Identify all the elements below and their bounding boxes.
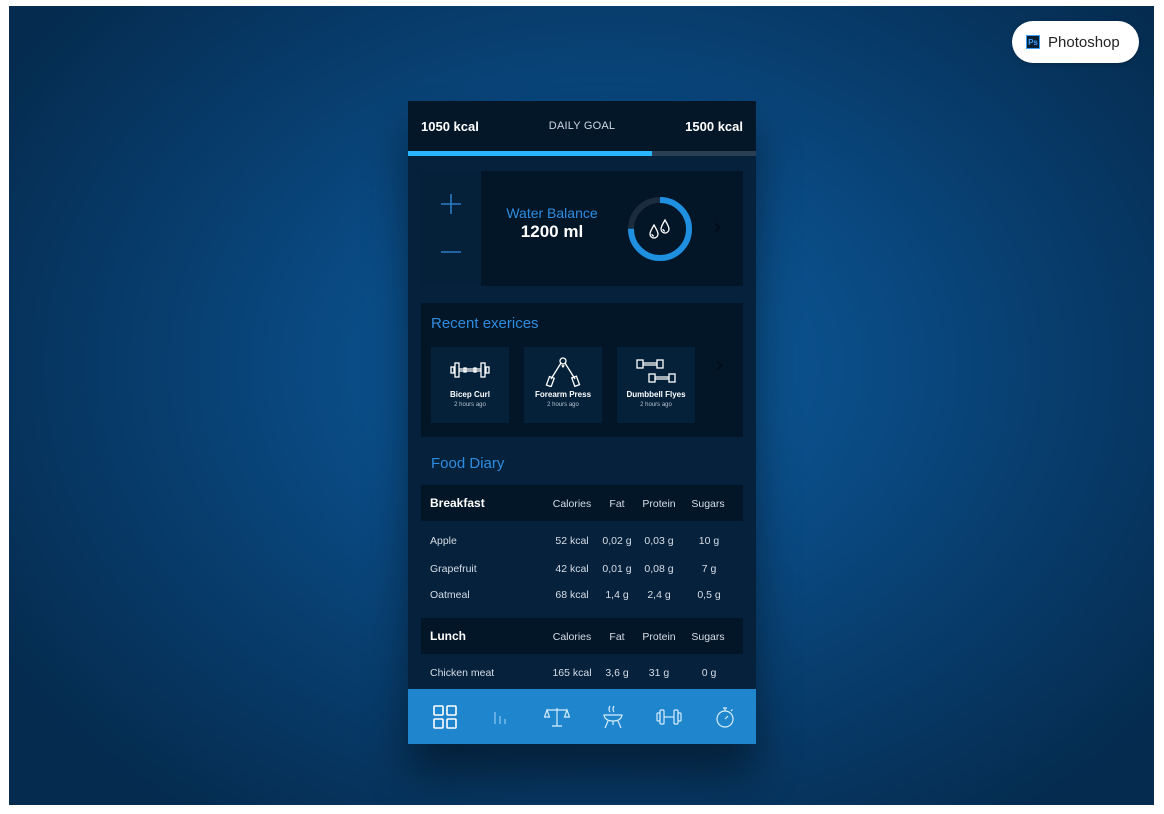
meal-name: Lunch	[430, 629, 466, 643]
phone-screen: 1050 kcal DAILY GOAL 1500 kcal Water Bal…	[408, 101, 756, 744]
tab-workouts[interactable]	[641, 689, 697, 744]
lunch-header: Lunch Calories Fat Protein Sugars	[421, 618, 743, 654]
recent-exercises-title: Recent exerices	[431, 315, 539, 332]
column-fat: Fat	[609, 498, 625, 510]
photoshop-label: Photoshop	[1048, 33, 1120, 51]
exercise-card-forearm-press[interactable]: Forearm Press 2 hours ago	[524, 347, 602, 423]
meal-name: Breakfast	[430, 496, 485, 510]
add-water-button[interactable]	[421, 181, 481, 227]
food-calories: 42 kcal	[555, 563, 589, 575]
water-drops-icon	[649, 218, 670, 239]
target-kcal: 1500 kcal	[685, 118, 743, 134]
current-kcal: 1050 kcal	[421, 118, 479, 134]
water-next-chevron-icon[interactable]: ›	[713, 215, 722, 240]
hand-gripper-icon	[545, 357, 581, 387]
water-progress-ring	[628, 197, 692, 261]
food-fat: 3,6 g	[605, 667, 629, 679]
tab-dashboard[interactable]	[417, 689, 473, 744]
food-calories: 52 kcal	[555, 535, 589, 547]
food-item-name: Chicken meat	[430, 667, 495, 679]
stopwatch-icon	[716, 706, 734, 728]
water-balance-title: Water Balance	[506, 205, 598, 221]
column-sugars: Sugars	[691, 498, 725, 510]
exercise-card-bicep-curl[interactable]: Bicep Curl 2 hours ago	[431, 347, 509, 423]
food-protein: 2,4 g	[647, 589, 671, 601]
food-item-name: Oatmeal	[430, 589, 470, 601]
water-balance-card: Water Balance 1200 ml ›	[421, 171, 743, 286]
food-fat: 1,4 g	[605, 589, 629, 601]
water-controls	[421, 171, 481, 286]
tab-weight[interactable]	[529, 689, 585, 744]
scale-icon	[544, 707, 570, 727]
exercises-next-chevron-icon[interactable]: ›	[715, 353, 724, 378]
barbell-icon	[450, 362, 490, 378]
food-diary-title: Food Diary	[431, 455, 505, 472]
column-fat: Fat	[609, 631, 625, 643]
goal-progress-fill	[408, 151, 652, 156]
dashboard-icon	[433, 704, 457, 729]
food-calories: 68 kcal	[555, 589, 589, 601]
background-canvas: Ps Photoshop 1050 kcal DAILY GOAL 1500 k…	[9, 6, 1154, 805]
food-fat: 0,01 g	[602, 563, 632, 575]
bottom-tab-bar	[408, 689, 756, 744]
photoshop-badge[interactable]: Ps Photoshop	[1012, 21, 1139, 63]
water-balance-value: 1200 ml	[520, 222, 584, 241]
food-item-name: Apple	[430, 535, 457, 547]
food-sugars: 10 g	[698, 535, 720, 547]
food-icon	[603, 705, 623, 728]
food-sugars: 0 g	[701, 667, 717, 679]
breakfast-header: Breakfast Calories Fat Protein Sugars	[421, 485, 743, 521]
remove-water-button[interactable]	[421, 229, 481, 275]
food-protein: 0,08 g	[644, 563, 674, 575]
column-calories: Calories	[552, 498, 592, 510]
exercise-card-dumbbell-flyes[interactable]: Dumbbell Flyes 2 hours ago	[617, 347, 695, 423]
stats-icon	[494, 711, 506, 724]
tab-stats[interactable]	[473, 689, 529, 744]
exercise-time: 2 hours ago	[640, 402, 672, 408]
food-protein: 31 g	[648, 667, 670, 679]
plus-icon	[441, 194, 461, 214]
exercise-name: Forearm Press	[534, 390, 592, 399]
food-sugars: 7 g	[701, 563, 717, 575]
column-calories: Calories	[552, 631, 592, 643]
photoshop-icon: Ps	[1026, 35, 1040, 49]
food-fat: 0,02 g	[602, 535, 632, 547]
water-balance-info: Water Balance 1200 ml	[501, 205, 603, 242]
exercise-name: Bicep Curl	[449, 390, 490, 399]
exercise-time: 2 hours ago	[547, 402, 579, 408]
daily-goal-title: DAILY GOAL	[548, 120, 616, 132]
food-calories: 165 kcal	[552, 667, 592, 679]
column-protein: Protein	[642, 631, 676, 643]
food-sugars: 0,5 g	[697, 589, 721, 601]
goal-progress-bar	[408, 151, 756, 156]
tab-timer[interactable]	[697, 689, 753, 744]
minus-icon	[441, 251, 461, 253]
daily-goal-header: 1050 kcal DAILY GOAL 1500 kcal	[408, 101, 756, 151]
column-sugars: Sugars	[691, 631, 725, 643]
exercise-name: Dumbbell Flyes	[626, 390, 686, 399]
column-protein: Protein	[642, 498, 676, 510]
food-protein: 0,03 g	[644, 535, 674, 547]
exercise-time: 2 hours ago	[454, 402, 486, 408]
food-item-name: Grapefruit	[430, 563, 477, 575]
tab-food[interactable]	[585, 689, 641, 744]
recent-exercises-card: Recent exerices Bicep Curl 2 hours ago F…	[421, 303, 743, 437]
dumbbell-icon	[656, 708, 682, 725]
dumbbells-icon	[636, 359, 676, 383]
